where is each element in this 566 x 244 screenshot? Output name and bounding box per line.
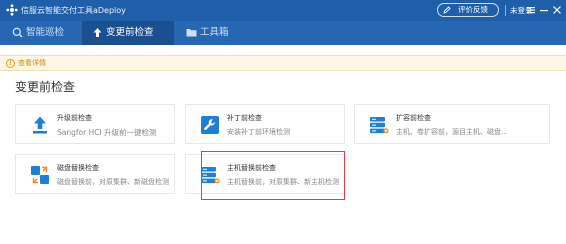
tab-smart-inspect[interactable]: 智能巡检 bbox=[6, 21, 80, 45]
card-description: Sangfor HCI 升级前一键检测 bbox=[57, 128, 157, 137]
inspect-icon bbox=[12, 27, 23, 38]
main-nav: 智能巡检 变更前检查 工具箱 bbox=[0, 21, 566, 45]
server-expand-icon bbox=[370, 117, 389, 134]
card-patch-check[interactable]: 补丁前检查 安装补丁前环境检测 bbox=[185, 104, 345, 144]
close-icon[interactable] bbox=[551, 3, 563, 17]
card-expansion-check[interactable]: 扩容前检查 主机、卷扩容前，源目主机、磁盘... bbox=[354, 104, 550, 144]
upgrade-arrow-icon bbox=[33, 116, 47, 134]
title-bar: 信服云智能交付工具aDeploy 评价反馈 未登录 bbox=[0, 0, 566, 21]
info-icon: ! bbox=[6, 59, 15, 68]
pencil-icon bbox=[443, 6, 451, 14]
notice-bar: ! 查看详情 bbox=[0, 55, 566, 71]
feedback-label: 评价反馈 bbox=[458, 5, 488, 14]
card-title: 升级前检查 bbox=[57, 114, 92, 122]
card-title: 磁盘替换检查 bbox=[57, 164, 99, 172]
card-title: 扩容前检查 bbox=[396, 114, 431, 122]
menu-icon[interactable] bbox=[525, 3, 537, 17]
card-description: 安装补丁前环境检测 bbox=[227, 128, 290, 136]
tab-toolbox[interactable]: 工具箱 bbox=[178, 21, 258, 45]
card-description: 磁盘替换前，对原集群、新磁盘检测 bbox=[57, 178, 169, 186]
wrench-icon bbox=[201, 116, 219, 134]
highlight-annotation-box bbox=[201, 151, 345, 200]
tab-label: 智能巡检 bbox=[26, 27, 65, 38]
page-title: 变更前检查 bbox=[15, 80, 76, 94]
view-details-link[interactable]: 查看详情 bbox=[18, 56, 46, 70]
app-title: 信服云智能交付工具aDeploy bbox=[21, 6, 126, 15]
card-disk-replace-check[interactable]: 磁盘替换检查 磁盘替换前，对原集群、新磁盘检测 bbox=[15, 154, 175, 194]
minimize-icon[interactable] bbox=[538, 3, 550, 17]
tab-label: 变更前检查 bbox=[106, 27, 154, 38]
upload-arrow-icon bbox=[93, 28, 102, 37]
feedback-button[interactable]: 评价反馈 bbox=[437, 3, 499, 17]
disk-swap-icon bbox=[31, 166, 49, 184]
card-title: 补丁前检查 bbox=[227, 114, 262, 122]
card-upgrade-check[interactable]: 升级前检查 Sangfor HCI 升级前一键检测 bbox=[15, 104, 175, 144]
card-description: 主机、卷扩容前，源目主机、磁盘... bbox=[396, 128, 508, 136]
titlebar-divider bbox=[505, 5, 506, 16]
tab-label: 工具箱 bbox=[200, 27, 229, 38]
app-logo-icon bbox=[6, 4, 18, 16]
tab-pre-change-check[interactable]: 变更前检查 bbox=[82, 21, 174, 45]
folder-icon bbox=[186, 29, 197, 37]
